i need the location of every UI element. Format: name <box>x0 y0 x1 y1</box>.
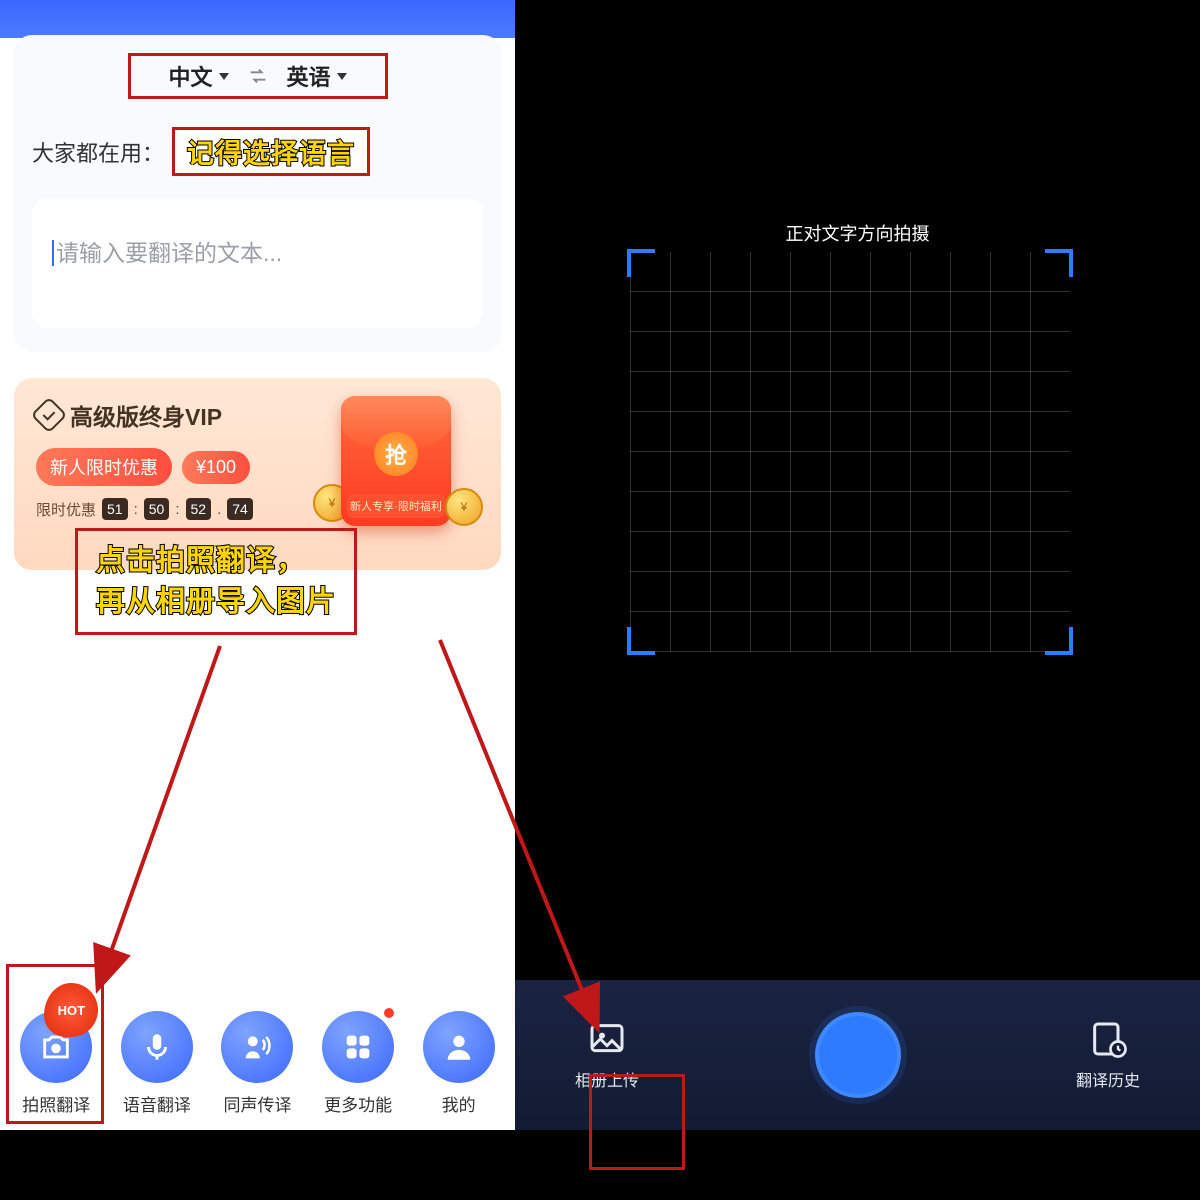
target-language[interactable]: 英语 <box>287 60 347 92</box>
nav-more[interactable]: 更多功能 <box>322 1011 394 1116</box>
chevron-down-icon <box>219 73 229 80</box>
translator-app-screen: 中文 英语 大家都在用： 记得选择语言 请输入要翻译的文本... 高级版终身VI… <box>0 0 515 1130</box>
nav-voice-translate[interactable]: 语音翻译 <box>121 1011 193 1116</box>
speaking-icon <box>240 1030 274 1064</box>
red-envelope-graphic: ¥ 抢 新人专享·限时福利 ¥ <box>313 396 483 536</box>
swap-languages-button[interactable] <box>247 65 269 87</box>
red-dot-indicator <box>384 1008 394 1018</box>
translation-input[interactable]: 请输入要翻译的文本... <box>32 198 483 328</box>
annotation-language-box: 记得选择语言 <box>172 127 370 176</box>
vip-title: 高级版终身VIP <box>70 398 222 432</box>
vip-offer-price: ¥100 <box>182 451 250 484</box>
annotation-language-text: 记得选择语言 <box>187 139 355 169</box>
history-icon <box>1088 1019 1128 1059</box>
viewfinder-grid <box>630 252 1070 652</box>
language-selector: 中文 英语 <box>128 53 388 99</box>
nav-profile[interactable]: 我的 <box>423 1011 495 1116</box>
nav-simultaneous[interactable]: 同声传译 <box>221 1011 293 1116</box>
corner-marker <box>1045 627 1073 655</box>
camera-viewfinder <box>630 252 1070 652</box>
source-language-label: 中文 <box>168 60 212 92</box>
nav-label: 更多功能 <box>324 1091 392 1116</box>
top-card: 中文 英语 大家都在用： 记得选择语言 请输入要翻译的文本... <box>14 35 501 352</box>
gallery-highlight <box>589 1074 685 1170</box>
envelope-badge: 抢 <box>374 432 418 476</box>
corner-marker <box>627 249 655 277</box>
translation-history-button[interactable]: 翻译历史 <box>1076 1019 1140 1091</box>
chevron-down-icon <box>337 73 347 80</box>
annotation-photo-box: 点击拍照翻译， 再从相册导入图片 <box>75 528 357 635</box>
shutter-button[interactable] <box>815 1012 901 1098</box>
popular-label: 大家都在用： <box>32 136 164 168</box>
target-language-label: 英语 <box>287 60 331 92</box>
person-icon <box>442 1030 476 1064</box>
source-language[interactable]: 中文 <box>168 60 228 92</box>
photo-translate-highlight <box>6 964 104 1124</box>
corner-marker <box>1045 249 1073 277</box>
nav-label: 同声传译 <box>223 1091 291 1116</box>
nav-label: 语音翻译 <box>123 1091 191 1116</box>
nav-label: 我的 <box>442 1091 476 1116</box>
gallery-icon <box>587 1019 627 1059</box>
camera-screen: 正对文字方向拍摄 相册上传 翻译历史 <box>515 0 1200 1130</box>
history-label: 翻译历史 <box>1076 1067 1140 1091</box>
corner-marker <box>627 627 655 655</box>
vip-offer-label: 新人限时优惠 <box>36 448 172 486</box>
vip-shield-icon <box>31 397 68 434</box>
grid-icon <box>341 1030 375 1064</box>
microphone-icon <box>140 1030 174 1064</box>
envelope-banner: 新人专享·限时福利 <box>347 494 445 518</box>
popular-row: 大家都在用： 记得选择语言 <box>32 127 483 176</box>
input-placeholder: 请输入要翻译的文本... <box>52 240 282 266</box>
viewfinder-hint: 正对文字方向拍摄 <box>515 220 1200 246</box>
